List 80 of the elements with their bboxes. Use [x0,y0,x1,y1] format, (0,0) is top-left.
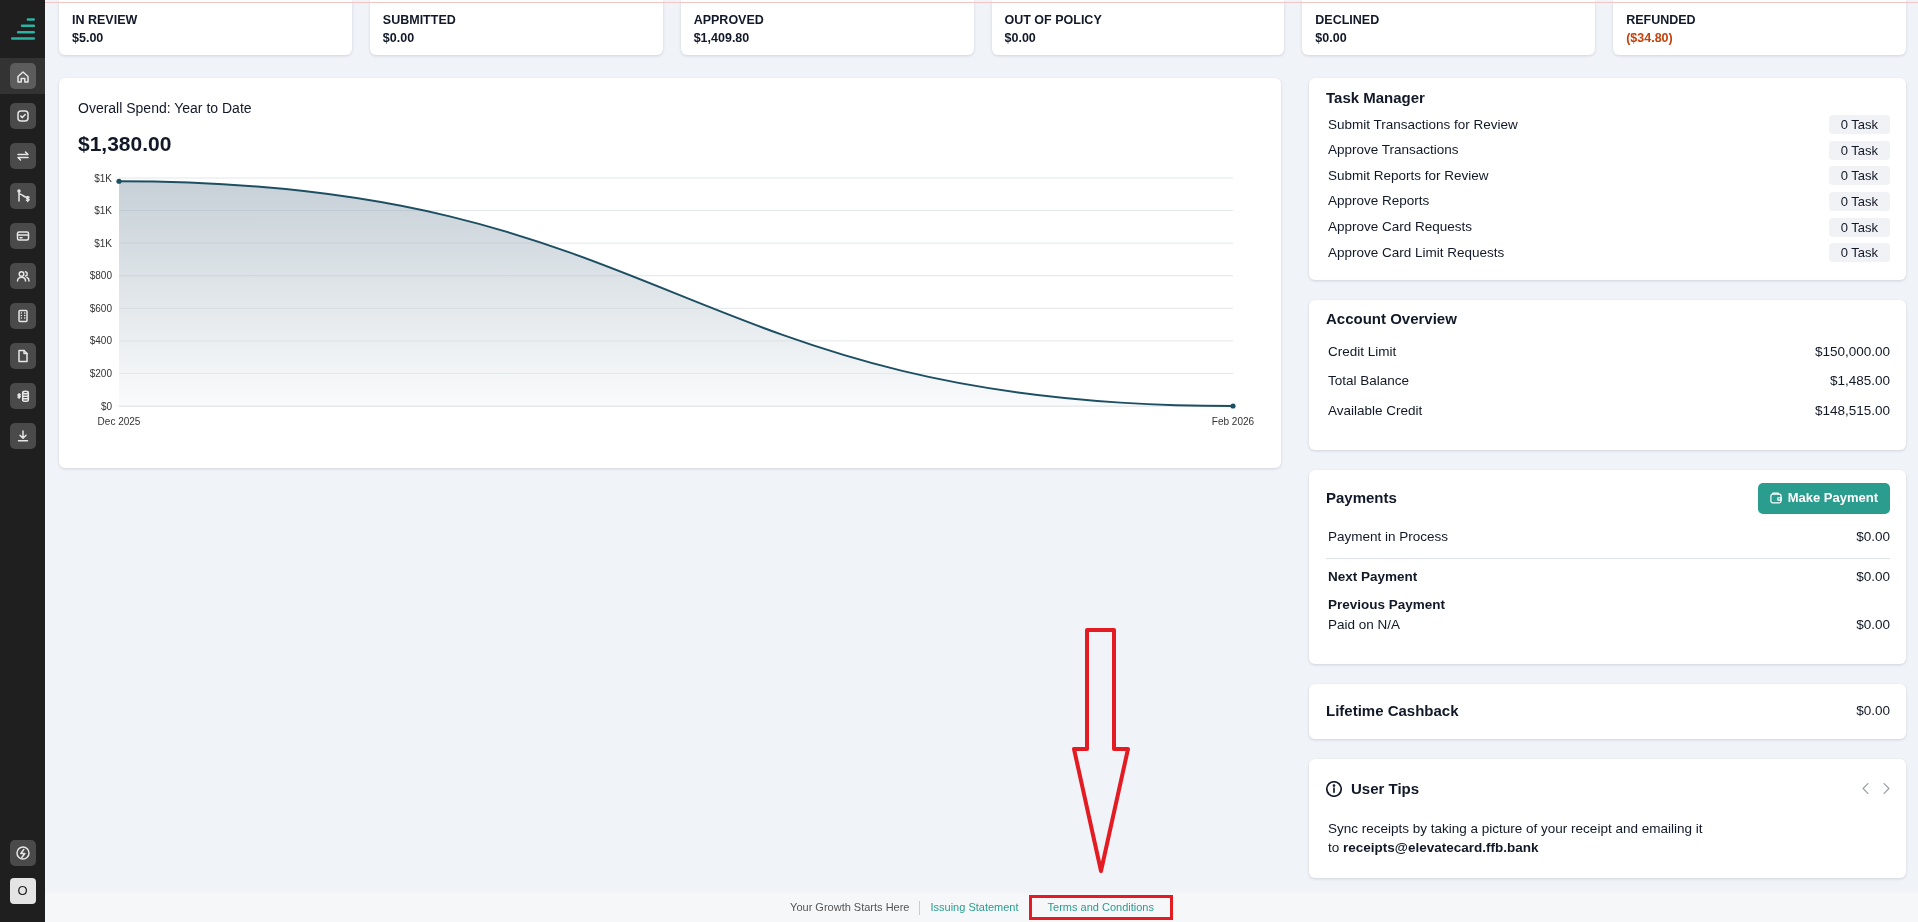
bolt-icon [9,840,36,866]
card-title: Payments [1326,488,1397,509]
arrows-icon [9,143,36,169]
task-label: Submit Transactions for Review [1328,115,1518,134]
check-icon [9,103,36,129]
status-label: DECLINED [1315,12,1381,29]
task-count: 0 Task [1828,217,1890,237]
make-payment-button[interactable]: Make Payment [1757,482,1890,514]
y-axis-label: $1K [94,172,112,184]
account-value: $150,000.00 [1814,342,1890,361]
status-amount: $0.00 [1004,30,1037,47]
users-icon [9,263,36,289]
account-value: $1,485.00 [1829,372,1890,391]
status-amount: $1,409.80 [693,30,751,47]
payment-value: $0.00 [1856,615,1890,634]
task-count: 0 Task [1828,166,1890,186]
building-icon [9,303,36,329]
task-label: Approve Card Requests [1328,218,1473,237]
status-label: APPROVED [693,12,765,29]
data-point [116,178,122,184]
card-title: Account Overview [1326,308,1458,329]
task-count: 0 Task [1828,115,1890,135]
x-axis-label: Feb 2026 [1211,416,1255,427]
task-label: Approve Card Limit Requests [1328,243,1505,262]
task-count: 0 Task [1828,192,1890,212]
task-count: 0 Task [1828,243,1890,263]
chevron-left-icon [1862,783,1869,795]
sidebar-item[interactable] [0,58,45,94]
cashback-value: $0.00 [1856,701,1890,720]
status-label: IN REVIEW [72,12,139,29]
status-amount: $0.00 [382,30,416,47]
account-label: Credit Limit [1328,342,1397,361]
footer-link[interactable]: Terms and Conditions [1047,899,1154,916]
spend-total: $1,380.00 [78,131,173,157]
chart-title: Overall Spend: Year to Date [78,99,253,118]
y-axis-label: $800 [89,270,112,282]
y-axis-label: $600 [89,302,112,314]
status-amount: $0.00 [1315,30,1348,47]
payment-label: Payment in Process [1328,528,1449,547]
payment-note: Paid on N/A [1328,615,1401,634]
y-axis-label: $1K [94,237,112,249]
route-dollar-icon [9,183,36,209]
download-icon [9,423,36,449]
home-icon [9,63,36,89]
coins-dollar-icon [9,383,36,409]
y-axis-label: $0 [100,400,112,412]
y-axis-label: $400 [89,335,112,347]
footer-link[interactable]: Issuing Statement [930,899,1019,916]
chevron-right-icon [1883,783,1890,795]
x-axis-label: Dec 2025 [97,416,141,427]
payment-label: Previous Payment [1328,595,1446,614]
file-icon [9,343,36,369]
payment-value: $0.00 [1856,568,1890,587]
payment-value: $0.00 [1856,528,1890,547]
y-axis-label: $1K [94,205,112,217]
footer-tagline: Your Growth Starts Here [790,900,910,916]
y-axis-label: $200 [89,367,112,379]
payment-label: Next Payment [1328,568,1418,587]
user-avatar[interactable]: O [9,878,36,904]
task-label: Approve Reports [1328,192,1430,211]
status-amount: ($34.80) [1626,30,1674,47]
tip-text: Sync receipts by taking a picture of your receipt and emailing it to receipts@elevatecard.ffb.bank [1328,819,1704,857]
credit-card-icon [9,223,36,249]
card-title: Task Manager [1326,88,1426,108]
info-icon [1326,780,1342,797]
task-label: Submit Reports for Review [1328,166,1489,185]
status-label: OUT OF POLICY [1004,12,1103,29]
account-label: Available Credit [1328,401,1423,420]
status-label: REFUNDED [1626,12,1697,29]
task-count: 0 Task [1828,140,1890,160]
data-point [1230,403,1236,409]
status-label: SUBMITTED [382,12,457,29]
account-value: $148,515.00 [1814,401,1890,420]
stacked-lines-logo [10,18,35,40]
card-title: User Tips [1351,778,1420,799]
status-amount: $5.00 [72,30,105,47]
task-label: Approve Transactions [1328,141,1459,160]
cashback-label: Lifetime Cashback [1326,700,1459,721]
wallet-icon [1769,492,1782,505]
account-label: Total Balance [1328,372,1410,391]
